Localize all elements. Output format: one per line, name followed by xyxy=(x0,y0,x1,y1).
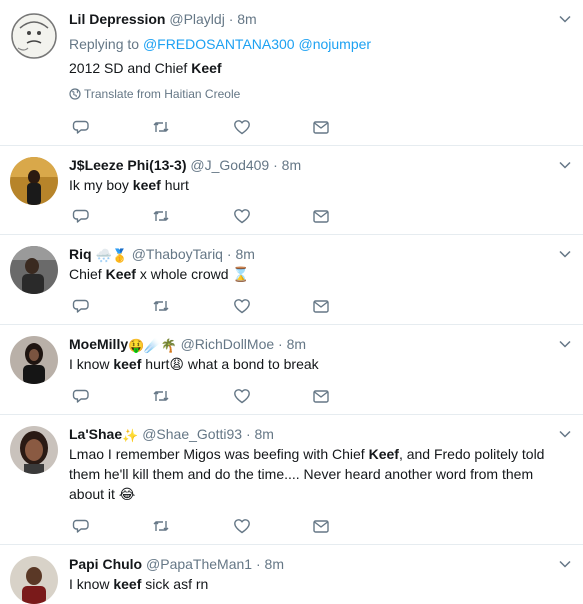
user-handle[interactable]: @RichDollMoe xyxy=(181,336,275,352)
separator-dot: · xyxy=(278,336,283,352)
avatar[interactable] xyxy=(10,556,58,604)
like-icon[interactable] xyxy=(233,207,251,225)
direct-message-icon[interactable] xyxy=(312,297,330,315)
tweet[interactable]: La'Shae✨ @Shae_Gotti93 · 8m Lmao I remem… xyxy=(0,415,583,545)
user-handle[interactable]: @ThaboyTariq xyxy=(132,246,223,262)
separator-dot: · xyxy=(228,11,234,27)
tweet-actions xyxy=(72,297,342,315)
retweet-icon[interactable] xyxy=(152,517,170,535)
reply-feed: Lil Depression @Playldj · 8m Replying to… xyxy=(0,0,583,604)
user-handle[interactable]: @Playldj xyxy=(169,11,224,27)
timestamp[interactable]: 8m xyxy=(282,157,301,173)
tweet-text: I know keef hurt😩 what a bond to break xyxy=(69,356,319,372)
timestamp[interactable]: 8m xyxy=(265,556,284,572)
tweet-header: MoeMilly🤑☄️🌴 @RichDollMoe · 8m xyxy=(69,335,306,355)
tweet-header: Lil Depression @Playldj · 8m xyxy=(69,10,257,28)
chevron-down-icon[interactable] xyxy=(558,158,572,172)
tweet-header: Papi Chulo @PapaTheMan1 · 8m xyxy=(69,555,284,573)
tweet[interactable]: MoeMilly🤑☄️🌴 @RichDollMoe · 8m I know ke… xyxy=(0,325,583,415)
direct-message-icon[interactable] xyxy=(312,517,330,535)
tweet[interactable]: J$Leeze Phi(13-3) @J_God409 · 8m Ik my b… xyxy=(0,146,583,235)
reply-icon[interactable] xyxy=(72,297,90,315)
reply-icon[interactable] xyxy=(72,118,90,136)
tweet[interactable]: Riq 🌨️🥇 @ThaboyTariq · 8m Chief Keef x w… xyxy=(0,235,583,325)
replying-to-label: Replying to xyxy=(69,36,140,52)
tweet-actions xyxy=(72,118,342,136)
like-icon[interactable] xyxy=(233,297,251,315)
tweet-header: Riq 🌨️🥇 @ThaboyTariq · 8m xyxy=(69,245,255,265)
user-handle[interactable]: @J_God409 xyxy=(190,157,269,173)
name-emojis: 🤑☄️🌴 xyxy=(128,338,177,353)
timestamp[interactable]: 8m xyxy=(287,336,306,352)
timestamp[interactable]: 8m xyxy=(237,11,256,27)
name-emojis: 🌨️🥇 xyxy=(95,248,128,263)
display-name[interactable]: La'Shae xyxy=(69,426,122,442)
tweet-actions xyxy=(72,387,342,405)
separator-dot: · xyxy=(273,157,278,173)
chevron-down-icon[interactable] xyxy=(558,12,572,26)
mention-link[interactable]: @nojumper xyxy=(298,36,371,52)
avatar[interactable] xyxy=(10,12,58,60)
tweet-actions xyxy=(72,517,342,535)
direct-message-icon[interactable] xyxy=(312,207,330,225)
retweet-icon[interactable] xyxy=(152,118,170,136)
chevron-down-icon[interactable] xyxy=(558,337,572,351)
reply-icon[interactable] xyxy=(72,207,90,225)
translate-label: Translate from Haitian Creole xyxy=(84,87,241,101)
retweet-icon[interactable] xyxy=(152,387,170,405)
tweet-actions xyxy=(72,207,342,225)
timestamp[interactable]: 8m xyxy=(235,246,254,262)
reply-icon[interactable] xyxy=(72,517,90,535)
direct-message-icon[interactable] xyxy=(312,387,330,405)
avatar[interactable] xyxy=(10,336,58,384)
like-icon[interactable] xyxy=(233,387,251,405)
tweet-text: Chief Keef x whole crowd ⌛ xyxy=(69,266,250,282)
display-name[interactable]: J$Leeze Phi(13-3) xyxy=(69,157,187,173)
tweet-header: J$Leeze Phi(13-3) @J_God409 · 8m xyxy=(69,156,301,174)
separator-dot: · xyxy=(226,246,232,262)
replying-to: Replying to @FREDOSANTANA300 @nojumper xyxy=(69,35,371,53)
chevron-down-icon[interactable] xyxy=(558,557,572,571)
tweet-text: Lmao I remember Migos was beefing with C… xyxy=(69,446,545,502)
avatar[interactable] xyxy=(10,426,58,474)
direct-message-icon[interactable] xyxy=(312,118,330,136)
separator-dot: · xyxy=(245,426,251,442)
avatar[interactable] xyxy=(10,157,58,205)
mention-link[interactable]: @FREDOSANTANA300 xyxy=(143,36,295,52)
tweet-text: I know keef sick asf rn xyxy=(69,576,209,592)
tweet-text: Ik my boy keef hurt xyxy=(69,177,189,193)
retweet-icon[interactable] xyxy=(152,207,170,225)
globe-icon xyxy=(69,88,81,100)
chevron-down-icon[interactable] xyxy=(558,427,572,441)
user-handle[interactable]: @Shae_Gotti93 xyxy=(142,426,242,442)
retweet-icon[interactable] xyxy=(152,297,170,315)
like-icon[interactable] xyxy=(233,118,251,136)
name-emojis: ✨ xyxy=(122,428,139,443)
display-name[interactable]: MoeMilly xyxy=(69,336,128,352)
display-name[interactable]: Lil Depression xyxy=(69,11,165,27)
chevron-down-icon[interactable] xyxy=(558,247,572,261)
display-name[interactable]: Papi Chulo xyxy=(69,556,142,572)
translate-link[interactable]: Translate from Haitian Creole xyxy=(69,87,240,101)
separator-dot: · xyxy=(255,556,261,572)
like-icon[interactable] xyxy=(233,517,251,535)
avatar[interactable] xyxy=(10,246,58,294)
tweet[interactable]: Papi Chulo @PapaTheMan1 · 8m I know keef… xyxy=(0,545,583,604)
tweet-header: La'Shae✨ @Shae_Gotti93 · 8m xyxy=(69,425,274,445)
timestamp[interactable]: 8m xyxy=(255,426,274,442)
reply-icon[interactable] xyxy=(72,387,90,405)
tweet[interactable]: Lil Depression @Playldj · 8m Replying to… xyxy=(0,0,583,146)
tweet-text: 2012 SD and Chief Keef xyxy=(69,60,222,76)
user-handle[interactable]: @PapaTheMan1 xyxy=(146,556,252,572)
display-name[interactable]: Riq xyxy=(69,246,92,262)
